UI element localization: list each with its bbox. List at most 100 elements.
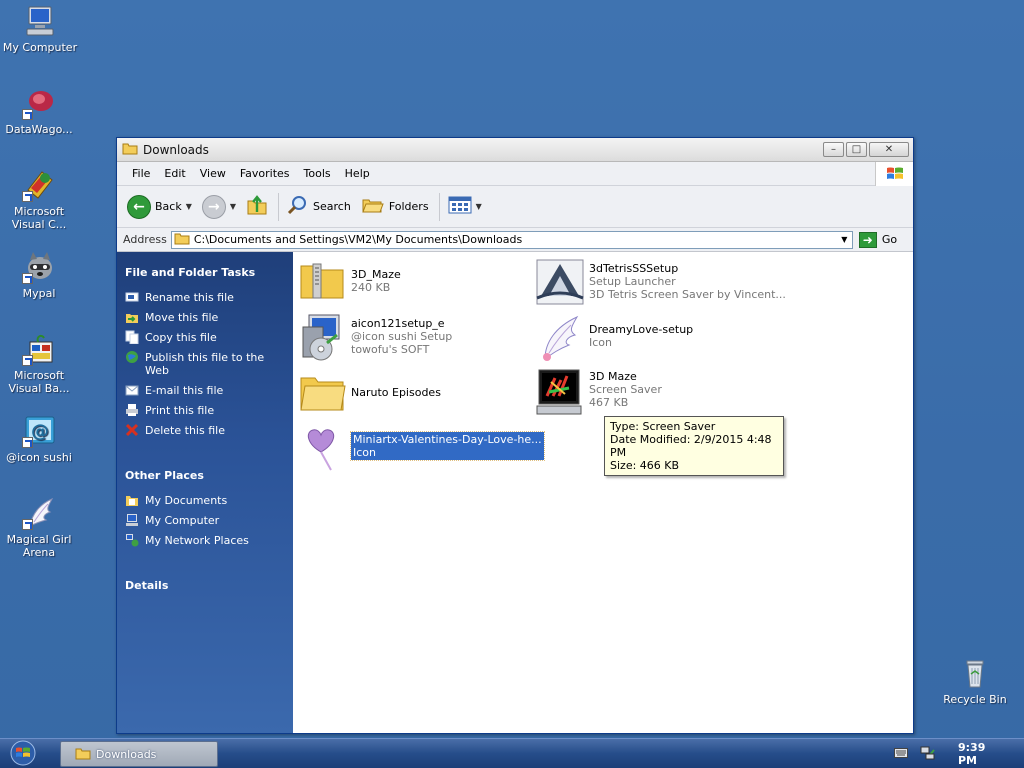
file-item[interactable]: 3D_Maze 240 KB — [297, 258, 401, 308]
file-folder-tasks-section: File and Folder Tasks Rename this file M… — [117, 252, 293, 437]
task-label: Print this file — [145, 404, 215, 417]
go-arrow-icon: ➜ — [858, 231, 877, 248]
task-print[interactable]: Print this file — [125, 404, 285, 417]
zip-folder-icon — [297, 258, 347, 308]
menu-tools[interactable]: Tools — [297, 165, 338, 182]
place-my-computer[interactable]: My Computer — [125, 514, 285, 527]
datawago-icon — [22, 86, 56, 120]
desktop-icon-label: Recycle Bin — [943, 693, 1007, 706]
network-icon — [125, 533, 139, 547]
place-label: My Computer — [145, 514, 220, 527]
place-label: My Documents — [145, 494, 228, 507]
desktop-icon-visual-c[interactable]: Microsoft Visual C... — [0, 168, 81, 231]
file-item[interactable]: aicon121setup_e @icon sushi Setup towofu… — [297, 313, 452, 363]
setup-launcher-icon — [535, 258, 585, 308]
desktop-icon-label: Microsoft Visual C... — [11, 205, 67, 231]
task-label: Copy this file — [145, 331, 217, 344]
tooltip-type: Type: Screen Saver — [610, 420, 716, 433]
start-button[interactable] — [8, 740, 38, 767]
file-detail: Icon — [589, 336, 612, 349]
file-detail: 467 KB — [589, 396, 629, 409]
taskbar-button-downloads[interactable]: Downloads — [60, 741, 218, 767]
folders-label: Folders — [388, 200, 429, 213]
tooltip-modified: Date Modified: 2/9/2015 4:48 PM — [610, 433, 772, 459]
search-button[interactable]: Search — [287, 194, 351, 219]
minimize-button[interactable]: – — [823, 142, 844, 157]
angel-wing-icon — [535, 313, 585, 363]
desktop-icon-my-computer[interactable]: My Computer — [0, 4, 82, 54]
desktop-icon-recycle-bin[interactable]: Recycle Bin — [933, 656, 1017, 706]
menu-help[interactable]: Help — [338, 165, 377, 182]
file-detail: Setup Launcher — [589, 275, 676, 288]
details-title[interactable]: Details — [125, 565, 285, 592]
file-item[interactable]: 3dTetrisSSSetup Setup Launcher 3D Tetris… — [535, 258, 786, 308]
minimize-icon: – — [831, 144, 836, 155]
menu-file[interactable]: File — [125, 165, 157, 182]
move-icon — [125, 310, 139, 324]
menu-favorites[interactable]: Favorites — [233, 165, 297, 182]
address-value: C:\Documents and Settings\VM2\My Documen… — [193, 233, 523, 246]
desktop-icon-label: My Computer — [2, 41, 78, 54]
chevron-down-icon[interactable]: ▼ — [230, 202, 236, 211]
file-item[interactable]: DreamyLove-setup Icon — [535, 313, 693, 363]
clock[interactable]: 9:39 PM — [958, 741, 1008, 767]
menu-bar: File Edit View Favorites Tools Help — [117, 162, 913, 186]
folder-icon — [297, 370, 347, 420]
visual-basic-icon — [22, 332, 56, 366]
file-name: aicon121setup_e — [351, 317, 445, 330]
maximize-icon: □ — [851, 144, 862, 155]
menu-edit[interactable]: Edit — [157, 165, 192, 182]
views-button[interactable]: ▼ — [448, 195, 482, 218]
desktop-icon-visual-basic[interactable]: Microsoft Visual Ba... — [0, 332, 81, 395]
go-label: Go — [881, 233, 898, 246]
desktop-icon-icon-sushi[interactable]: @ @icon sushi — [0, 414, 81, 464]
address-label: Address — [123, 233, 167, 246]
close-button[interactable]: ✕ — [869, 142, 909, 157]
file-folder-tasks-title[interactable]: File and Folder Tasks — [125, 252, 285, 279]
desktop-icon-mypal[interactable]: Mypal — [0, 250, 81, 300]
place-my-documents[interactable]: My Documents — [125, 494, 285, 507]
title-bar[interactable]: Downloads – □ ✕ — [117, 138, 913, 162]
window-title: Downloads — [143, 142, 209, 157]
maximize-button[interactable]: □ — [846, 142, 867, 157]
search-icon — [287, 194, 309, 219]
folders-button[interactable]: Folders — [361, 194, 429, 219]
desktop-icon-label: DataWago... — [5, 123, 73, 136]
back-button[interactable]: ← Back ▼ — [127, 194, 192, 219]
folders-icon — [361, 194, 385, 219]
go-button[interactable]: ➜ Go — [858, 231, 898, 248]
place-my-network-places[interactable]: My Network Places — [125, 534, 285, 547]
chevron-down-icon[interactable]: ▼ — [476, 202, 482, 211]
task-email[interactable]: E-mail this file — [125, 384, 285, 397]
forward-button[interactable]: → ▼ — [201, 194, 236, 219]
views-icon — [448, 195, 472, 218]
file-item[interactable]: 3D Maze Screen Saver 467 KB — [535, 368, 662, 418]
shortcut-arrow-icon — [22, 519, 33, 530]
rename-icon — [125, 290, 139, 304]
task-publish[interactable]: Publish this file to the Web — [125, 351, 285, 377]
task-label: Publish this file to the Web — [145, 351, 265, 377]
task-copy[interactable]: Copy this file — [125, 330, 285, 345]
chevron-down-icon[interactable]: ▼ — [186, 202, 192, 211]
address-field[interactable]: C:\Documents and Settings\VM2\My Documen… — [170, 230, 853, 249]
task-rename[interactable]: Rename this file — [125, 291, 285, 304]
network-tray-icon[interactable] — [920, 746, 936, 763]
details-section: Details — [117, 565, 293, 592]
file-item-selected[interactable]: Miniartx-Valentines-Day-Love-he... Icon — [297, 424, 545, 474]
file-name: 3D Maze — [589, 370, 637, 383]
up-folder-button[interactable] — [246, 194, 268, 219]
task-move[interactable]: Move this file — [125, 311, 285, 324]
task-delete[interactable]: Delete this file — [125, 423, 285, 437]
desktop-icon-label: Magical Girl Arena — [6, 533, 72, 559]
folder-icon — [75, 746, 91, 763]
svg-text:@: @ — [31, 421, 49, 442]
desktop-icon-magical-girl-arena[interactable]: Magical Girl Arena — [0, 496, 81, 559]
other-places-title[interactable]: Other Places — [125, 455, 285, 482]
menu-view[interactable]: View — [193, 165, 233, 182]
shortcut-arrow-icon — [22, 355, 33, 366]
screen-saver-icon — [535, 368, 585, 418]
keyboard-icon[interactable] — [894, 747, 908, 761]
file-item[interactable]: Naruto Episodes — [297, 370, 441, 420]
desktop-icon-datawago[interactable]: DataWago... — [0, 86, 81, 136]
chevron-down-icon[interactable]: ▼ — [837, 232, 852, 248]
